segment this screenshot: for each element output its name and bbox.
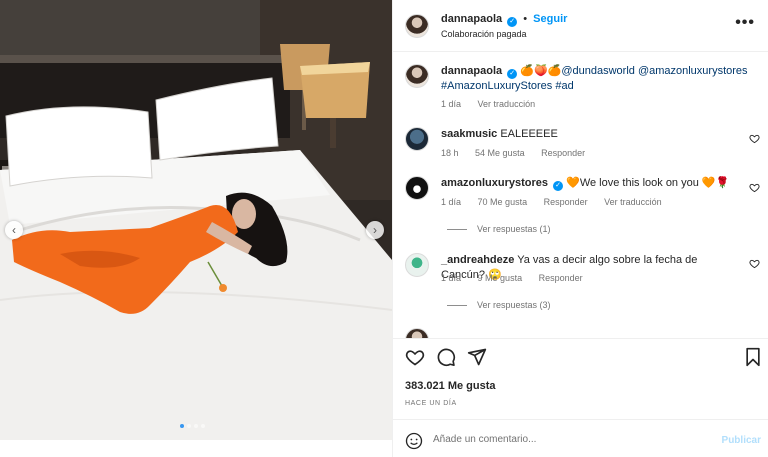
comment-time: 1 día xyxy=(441,197,462,207)
photo-bottom-gap xyxy=(0,440,392,457)
comment-likes[interactable]: 9 Me gusta xyxy=(478,273,523,283)
comment-likes[interactable]: 54 Me gusta xyxy=(475,148,525,158)
publish-button[interactable]: Publicar xyxy=(722,435,761,446)
post-header-text: dannapaola ✓ • Seguir xyxy=(441,13,567,27)
comment-form: Publicar xyxy=(393,419,768,457)
emoji-icon[interactable] xyxy=(405,432,423,450)
carousel-dot xyxy=(194,424,198,428)
comment-text: saakmusic EALEEEEE xyxy=(441,127,558,142)
verified-badge-icon: ✓ xyxy=(507,69,518,79)
next-slide-button[interactable]: › xyxy=(366,221,384,239)
replies-line xyxy=(447,229,467,231)
action-bar: 383.021 Me gusta HACE UN DÍA xyxy=(393,339,768,419)
avatar[interactable] xyxy=(405,328,429,338)
comment-username[interactable]: amazonluxurystores xyxy=(441,177,548,189)
separator-dot: • xyxy=(523,13,528,25)
post-photo xyxy=(0,0,392,440)
more-options-button[interactable]: ••• xyxy=(735,14,755,32)
comment-bubble-icon[interactable] xyxy=(436,347,456,367)
comment-text: amazonluxurystores ✓ 🧡We love this look … xyxy=(441,176,729,191)
avatar[interactable] xyxy=(405,64,429,88)
comment-meta: 1 día 70 Me gusta Responder Ver traducci… xyxy=(441,197,676,207)
see-translation-button[interactable]: Ver traducción xyxy=(604,197,662,207)
verified-badge-icon: ✓ xyxy=(507,17,518,27)
comment-username[interactable]: saakmusic xyxy=(441,128,497,140)
avatar[interactable] xyxy=(405,253,429,277)
comment-body: We love this look on you xyxy=(579,177,699,189)
post-details-panel: dannapaola ✓ • Seguir Colaboración pagad… xyxy=(392,0,768,457)
like-comment-heart-icon[interactable] xyxy=(749,182,760,193)
comment-time: 1 día xyxy=(441,273,462,283)
paid-partnership-label[interactable]: Colaboración pagada xyxy=(441,29,527,39)
avatar[interactable] xyxy=(405,127,429,151)
caption-time: 1 día xyxy=(441,99,462,109)
comment-username[interactable]: _andreahdeze xyxy=(441,254,514,266)
view-replies-label: Ver respuestas (1) xyxy=(477,224,551,234)
post-header: dannapaola ✓ • Seguir Colaboración pagad… xyxy=(393,0,768,52)
carousel-indicator xyxy=(180,424,205,428)
carousel-dot xyxy=(201,424,205,428)
like-comment-heart-icon[interactable] xyxy=(749,258,760,269)
like-heart-icon[interactable] xyxy=(405,347,425,367)
avatar[interactable] xyxy=(405,176,429,200)
comment-likes[interactable]: 70 Me gusta xyxy=(478,197,528,207)
caption-hashtags[interactable]: #AmazonLuxuryStores #ad xyxy=(441,80,574,92)
comment-meta: 18 h 54 Me gusta Responder xyxy=(441,148,599,158)
comment-time: 18 h xyxy=(441,148,459,158)
reply-button[interactable]: Responder xyxy=(541,148,585,158)
likes-count[interactable]: 383.021 Me gusta xyxy=(405,380,496,392)
caption-meta: 1 día Ver traducción xyxy=(441,99,549,109)
like-comment-heart-icon[interactable] xyxy=(749,133,760,144)
comment-body: EALEEEEE xyxy=(500,128,558,140)
chevron-left-icon: ‹ xyxy=(12,223,16,237)
avatar[interactable] xyxy=(405,14,429,38)
view-replies-button[interactable]: Ver respuestas (1) xyxy=(447,224,551,234)
carousel-dot xyxy=(180,424,184,428)
caption-emojis: 🍊🍑🍊 xyxy=(520,65,562,77)
caption-mentions[interactable]: @dundasworld @amazonluxurystores xyxy=(561,65,747,77)
author-username[interactable]: dannapaola xyxy=(441,13,502,25)
comment-input[interactable] xyxy=(433,434,703,445)
save-bookmark-icon[interactable] xyxy=(743,347,763,367)
view-replies-button[interactable]: Ver respuestas (3) xyxy=(447,300,551,310)
comment-emoji: 🧡 xyxy=(566,177,580,189)
share-paper-plane-icon[interactable] xyxy=(467,347,487,367)
caption-username[interactable]: dannapaola xyxy=(441,65,502,77)
replies-line xyxy=(447,305,467,307)
comments-scroll-area[interactable]: dannapaola ✓ 🍊🍑🍊@dundasworld @amazonluxu… xyxy=(393,52,768,339)
comment-emoji: 🧡🌹 xyxy=(701,177,730,189)
carousel-dot xyxy=(187,424,191,428)
reply-button[interactable]: Responder xyxy=(539,273,583,283)
view-replies-label: Ver respuestas (3) xyxy=(477,300,551,310)
caption-text: dannapaola ✓ 🍊🍑🍊@dundasworld @amazonluxu… xyxy=(441,64,751,94)
see-translation-button[interactable]: Ver traducción xyxy=(478,99,536,109)
follow-button[interactable]: Seguir xyxy=(533,13,567,25)
comment-meta: 1 día 9 Me gusta Responder xyxy=(441,273,597,283)
verified-badge-icon: ✓ xyxy=(553,181,564,191)
post-timestamp: HACE UN DÍA xyxy=(405,400,457,407)
chevron-right-icon: › xyxy=(373,223,377,237)
post-image[interactable]: ‹ › xyxy=(0,0,392,440)
previous-slide-button[interactable]: ‹ xyxy=(5,221,23,239)
reply-button[interactable]: Responder xyxy=(544,197,588,207)
